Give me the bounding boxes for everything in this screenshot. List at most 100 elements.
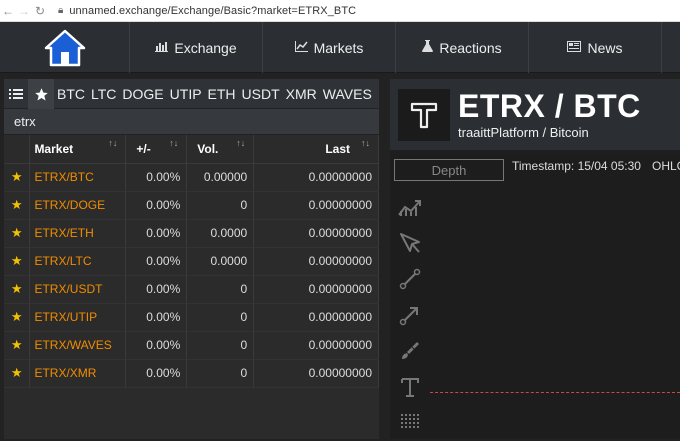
market-name[interactable]: ETRX/UTIP xyxy=(29,303,127,332)
market-name[interactable]: ETRX/LTC xyxy=(29,247,127,276)
column-label: Vol. xyxy=(197,141,219,156)
tab-waves[interactable]: WAVES xyxy=(320,79,375,109)
nav-news[interactable]: News xyxy=(529,22,662,73)
back-icon[interactable]: ← xyxy=(0,4,16,18)
price-line xyxy=(430,392,680,393)
column-label: Last xyxy=(325,141,350,156)
change-value: 0.00% xyxy=(125,275,188,304)
market-search-input[interactable]: etrx xyxy=(4,109,379,135)
pair-panel: ETRX / BTC traaittPlatform / Bitcoin Dep… xyxy=(390,79,680,439)
pair-title: ETRX / BTC xyxy=(458,88,641,124)
sort-icon: ↑↓ xyxy=(108,138,118,148)
favorites-star-icon[interactable] xyxy=(28,79,54,109)
pair-title-block: ETRX / BTC traaittPlatform / Bitcoin xyxy=(458,89,641,140)
market-name[interactable]: ETRX/USDT xyxy=(29,275,127,304)
last-value: 0.00000000 xyxy=(253,331,379,360)
favorite-star-icon[interactable]: ★ xyxy=(4,303,31,332)
volume-value: 0 xyxy=(186,275,255,304)
text-tool-icon[interactable] xyxy=(396,369,424,405)
tab-eth[interactable]: ETH xyxy=(205,79,239,109)
home-icon xyxy=(44,29,85,66)
favorite-star-icon[interactable]: ★ xyxy=(4,275,31,304)
table-row[interactable]: ★ ETRX/ETH 0.00% 0.0000 0.00000000 xyxy=(4,219,379,248)
table-row[interactable]: ★ ETRX/WAVES 0.00% 0 0.00000000 xyxy=(4,331,379,360)
change-value: 0.00% xyxy=(125,163,188,192)
volume-value: 0.0000 xyxy=(186,219,255,248)
market-tabs: BTC LTC DOGE UTIP ETH USDT XMR WAVES xyxy=(4,79,379,109)
forward-icon[interactable]: → xyxy=(16,4,32,18)
arrow-line-icon[interactable] xyxy=(396,297,424,333)
last-column-header[interactable]: Last ↑↓ xyxy=(253,135,379,164)
pair-subtitle: traaittPlatform / Bitcoin xyxy=(458,125,589,140)
reload-icon[interactable]: ↻ xyxy=(32,4,48,18)
last-value: 0.00000000 xyxy=(253,303,379,332)
market-name[interactable]: ETRX/XMR xyxy=(29,359,127,388)
coin-logo xyxy=(398,88,450,141)
column-label: +/- xyxy=(136,141,151,156)
volume-value: 0.00000 xyxy=(186,163,255,192)
change-value: 0.00% xyxy=(125,359,188,388)
change-value: 0.00% xyxy=(125,303,188,332)
nav-reactions[interactable]: Reactions xyxy=(396,22,529,73)
market-name[interactable]: ETRX/ETH xyxy=(29,219,127,248)
home-logo[interactable] xyxy=(0,22,130,73)
favorite-star-icon[interactable]: ★ xyxy=(4,359,31,388)
tab-doge[interactable]: DOGE xyxy=(119,79,166,109)
fav-column-header xyxy=(4,135,31,164)
grid-icon[interactable] xyxy=(396,405,424,441)
change-column-header[interactable]: +/- ↑↓ xyxy=(125,135,188,164)
tab-usdt[interactable]: USDT xyxy=(239,79,283,109)
trend-icon[interactable] xyxy=(396,189,424,225)
last-value: 0.00000000 xyxy=(253,275,379,304)
favorite-star-icon[interactable]: ★ xyxy=(4,247,31,276)
nav-label: Markets xyxy=(313,39,364,56)
favorite-star-icon[interactable]: ★ xyxy=(4,191,31,220)
top-nav: Exchange Markets Reactions News xyxy=(0,22,680,73)
address-bar[interactable]: unnamed.exchange/Exchange/Basic?market=E… xyxy=(69,5,356,17)
table-row[interactable]: ★ ETRX/LTC 0.00% 0.0000 0.00000000 xyxy=(4,247,379,276)
market-name[interactable]: ETRX/BTC xyxy=(29,163,127,192)
cursor-arrow-icon[interactable] xyxy=(396,225,424,261)
timestamp-readout: Timestamp: 15/04 05:30 xyxy=(512,159,641,173)
nav-markets[interactable]: Markets xyxy=(263,22,396,73)
brush-icon[interactable] xyxy=(396,333,424,369)
tab-btc[interactable]: BTC xyxy=(54,79,88,109)
flask-icon xyxy=(422,40,434,55)
market-name[interactable]: ETRX/DOGE xyxy=(29,191,127,220)
nav-exchange[interactable]: Exchange xyxy=(130,22,263,73)
market-panel: BTC LTC DOGE UTIP ETH USDT XMR WAVES etr… xyxy=(4,79,379,439)
sort-icon: ↑↓ xyxy=(361,138,370,148)
coin-t-icon xyxy=(410,102,438,128)
volume-value: 0 xyxy=(186,303,255,332)
favorite-star-icon[interactable]: ★ xyxy=(4,219,31,248)
tab-ltc[interactable]: LTC xyxy=(88,79,119,109)
change-value: 0.00% xyxy=(125,219,188,248)
last-value: 0.00000000 xyxy=(253,163,379,192)
favorite-star-icon[interactable]: ★ xyxy=(4,163,31,192)
tab-xmr[interactable]: XMR xyxy=(283,79,320,109)
market-column-header[interactable]: Market ↑↓ xyxy=(29,135,127,164)
change-value: 0.00% xyxy=(125,331,188,360)
last-value: 0.00000000 xyxy=(253,219,379,248)
newspaper-icon xyxy=(567,40,582,55)
nav-label: Exchange xyxy=(174,39,237,56)
depth-button[interactable]: Depth xyxy=(394,159,504,181)
list-icon[interactable] xyxy=(4,79,28,109)
table-row[interactable]: ★ ETRX/DOGE 0.00% 0 0.00000000 xyxy=(4,191,379,220)
table-row[interactable]: ★ ETRX/BTC 0.00% 0.00000 0.00000000 xyxy=(4,163,379,192)
line-tool-icon[interactable] xyxy=(396,261,424,297)
volume-value: 0 xyxy=(186,331,255,360)
table-row[interactable]: ★ ETRX/XMR 0.00% 0 0.00000000 xyxy=(4,359,379,388)
market-name[interactable]: ETRX/WAVES xyxy=(29,331,127,360)
chart-area[interactable]: Depth Timestamp: 15/04 05:30 OHLC xyxy=(390,155,680,439)
tab-utip[interactable]: UTIP xyxy=(167,79,205,109)
line-chart-icon xyxy=(294,40,308,55)
change-value: 0.00% xyxy=(125,191,188,220)
table-row[interactable]: ★ ETRX/UTIP 0.00% 0 0.00000000 xyxy=(4,303,379,332)
favorite-star-icon[interactable]: ★ xyxy=(4,331,31,360)
volume-column-header[interactable]: Vol. ↑↓ xyxy=(186,135,255,164)
last-value: 0.00000000 xyxy=(253,247,379,276)
table-row[interactable]: ★ ETRX/USDT 0.00% 0 0.00000000 xyxy=(4,275,379,304)
table-header-row: Market ↑↓ +/- ↑↓ Vol. ↑↓ Last ↑↓ xyxy=(4,135,379,164)
volume-value: 0 xyxy=(186,359,255,388)
